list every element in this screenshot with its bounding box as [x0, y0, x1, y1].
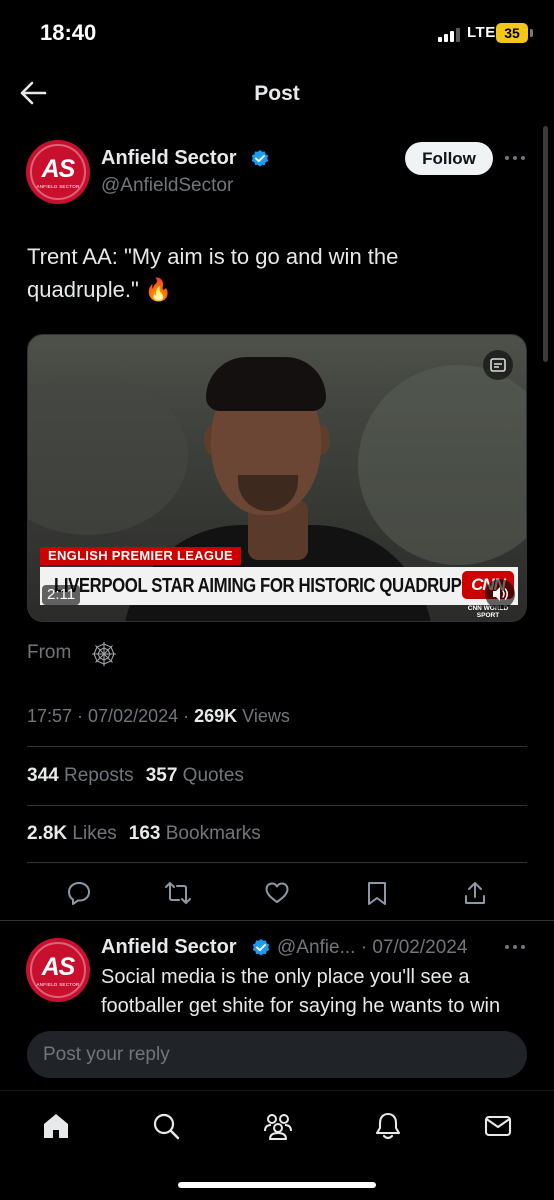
views-label: Views — [237, 706, 290, 726]
avatar-logo-text: AS — [41, 953, 76, 981]
page-title: Post — [254, 82, 300, 105]
likes-bookmarks-row: 2.8K Likes 163 Bookmarks — [27, 823, 261, 845]
verified-badge-icon — [251, 938, 271, 958]
status-bar: 18:40 LTE 35 — [0, 0, 554, 62]
likes-count: 2.8K — [27, 823, 68, 844]
quotes-label: Quotes — [177, 765, 244, 786]
avatar-logo-text: AS — [41, 155, 76, 183]
status-time: 18:40 — [40, 20, 97, 45]
bookmarks-count: 163 — [128, 823, 161, 844]
scrollbar[interactable] — [543, 126, 548, 362]
battery-icon: 35 — [496, 23, 528, 43]
reposts-label: Reposts — [58, 765, 134, 786]
network-label: LTE — [467, 24, 496, 41]
bookmark-icon[interactable] — [364, 880, 390, 906]
search-icon[interactable] — [151, 1111, 181, 1141]
battery-nub — [530, 29, 533, 37]
post-text: Trent AA: "My aim is to go and win the q… — [27, 244, 399, 302]
reply-meta: @Anfie... · 07/02/2024 — [277, 937, 468, 958]
share-icon[interactable] — [462, 880, 488, 906]
more-options-icon[interactable] — [505, 156, 527, 162]
video-caption-tag: ENGLISH PREMIER LEAGUE — [40, 547, 242, 565]
reply-text: Social media is the only place you'll se… — [101, 966, 501, 1017]
divider — [0, 920, 554, 921]
bookmarks-label: Bookmarks — [160, 823, 261, 844]
speaker-icon[interactable] — [485, 579, 515, 609]
notifications-icon[interactable] — [373, 1111, 403, 1141]
bookmarks-link[interactable]: 163 Bookmarks — [129, 823, 261, 844]
avatar-logo-subtext: ANFIELD SECTOR — [36, 982, 80, 987]
home-icon[interactable] — [41, 1111, 71, 1141]
divider — [27, 862, 527, 863]
like-icon[interactable] — [264, 880, 290, 906]
source-label: From — [27, 642, 72, 663]
reposts-quotes-row: 344 Reposts 357 Quotes — [27, 765, 244, 787]
avatar[interactable]: AS ANFIELD SECTOR — [26, 140, 90, 204]
verified-badge-icon — [250, 149, 270, 169]
reply-input[interactable] — [27, 1031, 527, 1078]
author-handle[interactable]: @AnfieldSector — [101, 175, 233, 197]
video-background — [358, 365, 526, 565]
reply-avatar[interactable]: AS ANFIELD SECTOR — [26, 938, 90, 1002]
likes-link[interactable]: 2.8K Likes — [27, 823, 117, 844]
post-timestamp: 17:57 · 07/02/2024 · — [27, 706, 195, 726]
divider — [27, 805, 527, 806]
follow-button[interactable]: Follow — [405, 142, 493, 175]
spiderweb-icon[interactable] — [90, 640, 118, 668]
reply-more-options-icon[interactable] — [505, 945, 527, 951]
video-headline: LIVERPOOL STAR AIMING FOR HISTORIC QUADR… — [54, 575, 482, 597]
reply-author-name[interactable]: Anfield Sector — [101, 936, 237, 959]
top-nav: Post — [0, 62, 554, 124]
reposts-link[interactable]: 344 Reposts — [27, 765, 134, 786]
divider — [27, 746, 527, 747]
video-player[interactable]: ENGLISH PREMIER LEAGUE LIVERPOOL STAR AI… — [27, 334, 527, 622]
reply-icon[interactable] — [66, 880, 92, 906]
video-background — [28, 375, 188, 535]
reposts-count: 344 — [27, 765, 59, 786]
quotes-link[interactable]: 357 Quotes — [146, 765, 244, 786]
likes-label: Likes — [67, 823, 117, 844]
author-name[interactable]: Anfield Sector — [101, 147, 237, 170]
video-duration: 2:11 — [42, 585, 81, 605]
video-person-hair — [206, 357, 326, 411]
views-count: 269K — [194, 706, 238, 726]
video-settings-icon[interactable] — [483, 350, 513, 380]
post-meta: 17:57 · 07/02/2024 · 269K Views — [27, 706, 290, 727]
home-indicator[interactable] — [178, 1182, 376, 1188]
avatar-logo-subtext: ANFIELD SECTOR — [36, 184, 80, 189]
communities-icon[interactable] — [262, 1111, 292, 1141]
video-caption-bar: LIVERPOOL STAR AIMING FOR HISTORIC QUADR… — [40, 567, 518, 605]
repost-icon[interactable] — [164, 880, 191, 906]
messages-icon[interactable] — [483, 1111, 513, 1141]
signal-icon — [438, 26, 462, 42]
quotes-count: 357 — [145, 765, 178, 786]
